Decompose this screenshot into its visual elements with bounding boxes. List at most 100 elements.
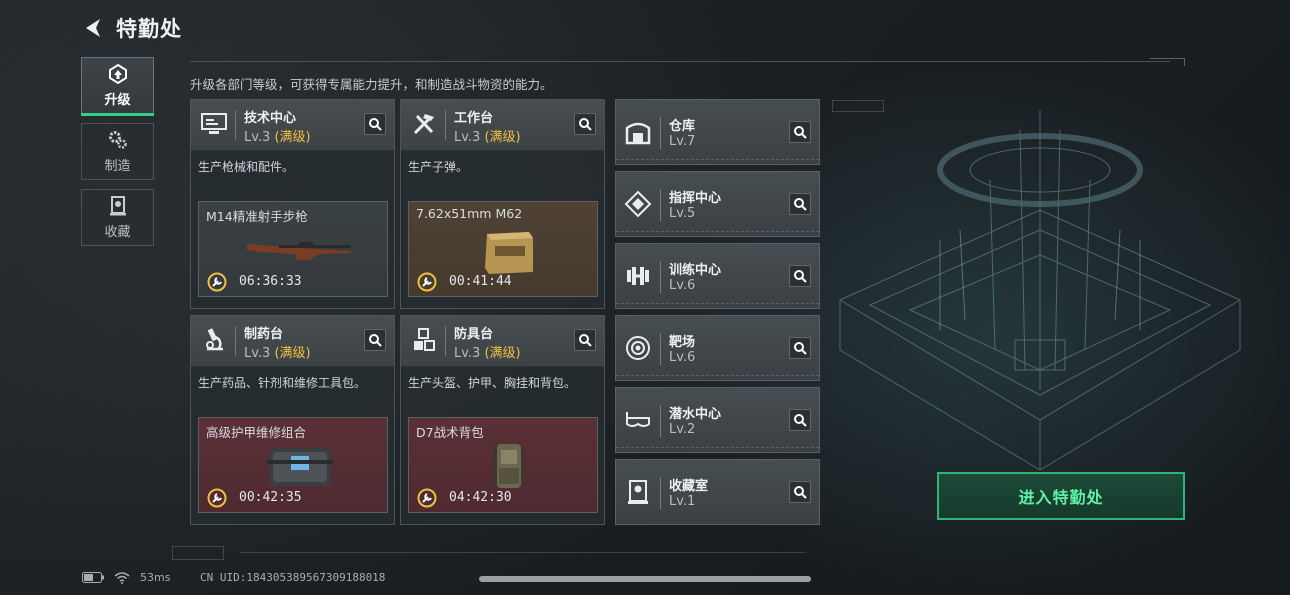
decorative-squares bbox=[172, 546, 224, 560]
facility-level: Lv.1 bbox=[669, 494, 696, 509]
base-hologram-illustration bbox=[838, 110, 1242, 470]
facility-level: Lv.7 bbox=[669, 134, 696, 149]
max-level-tag: (满级) bbox=[274, 346, 311, 361]
magnifier-search-icon[interactable] bbox=[789, 265, 811, 287]
divider bbox=[190, 61, 1170, 62]
diving-mask-icon bbox=[623, 405, 653, 435]
rifle-image bbox=[247, 242, 351, 260]
tools-icon bbox=[409, 110, 439, 138]
side-nav: 升级 制造 收藏 bbox=[81, 57, 156, 255]
separator bbox=[660, 477, 661, 509]
facility-level: Lv.6 bbox=[669, 278, 696, 293]
separator bbox=[445, 110, 446, 140]
max-level-tag: (满级) bbox=[274, 130, 311, 145]
production-slot[interactable]: 高级护甲维修组合 00:42:35 bbox=[198, 417, 388, 513]
facility-diving-center[interactable]: 潜水中心 Lv.2 bbox=[615, 387, 820, 453]
magnifier-search-icon[interactable] bbox=[574, 113, 596, 135]
decorative-frame bbox=[832, 100, 884, 112]
facility-name: 潜水中心 bbox=[669, 407, 722, 422]
facility-name: 收藏室 bbox=[669, 479, 709, 494]
back-arrow-icon[interactable] bbox=[80, 15, 106, 41]
dumbbell-icon bbox=[623, 261, 653, 291]
tab-manufacture[interactable]: 制造 bbox=[81, 123, 154, 180]
header: 特勤处 bbox=[80, 12, 182, 44]
product-name: D7战术背包 bbox=[416, 425, 484, 440]
facility-level: Lv.6 bbox=[669, 350, 696, 365]
workshop-name: 防具台 bbox=[454, 327, 494, 342]
magnifier-search-icon[interactable] bbox=[789, 481, 811, 503]
workshop-level: Lv.3 (满级) bbox=[454, 130, 521, 145]
production-slot[interactable]: M14精准射手步枪 06:36:33 bbox=[198, 201, 388, 297]
magnifier-search-icon[interactable] bbox=[789, 409, 811, 431]
vault-icon bbox=[623, 477, 653, 507]
tab-collection-label: 收藏 bbox=[104, 225, 131, 240]
workshop-level: Lv.3 (满级) bbox=[244, 346, 311, 361]
backpack-image bbox=[493, 444, 525, 488]
tab-manufacture-label: 制造 bbox=[104, 159, 131, 174]
workshop-description: 生产子弹。 bbox=[408, 160, 469, 174]
magnifier-search-icon[interactable] bbox=[364, 113, 386, 135]
command-icon bbox=[623, 189, 653, 219]
upgrade-icon bbox=[108, 63, 127, 85]
workshop-description: 生产头盔、护甲、胸挂和背包。 bbox=[408, 376, 577, 390]
magnifier-search-icon[interactable] bbox=[789, 193, 811, 215]
repair-kit-image bbox=[267, 448, 333, 486]
page-title: 特勤处 bbox=[116, 17, 182, 41]
wifi-icon bbox=[114, 571, 130, 584]
cubes-icon bbox=[409, 326, 439, 354]
magnifier-search-icon[interactable] bbox=[789, 121, 811, 143]
facility-warehouse[interactable]: 仓库 Lv.7 bbox=[615, 99, 820, 165]
separator bbox=[660, 189, 661, 221]
tab-upgrade[interactable]: 升级 bbox=[81, 57, 154, 116]
facility-level: Lv.5 bbox=[669, 206, 696, 221]
card-header: 制药台 Lv.3 (满级) bbox=[191, 316, 394, 367]
card-footer-line bbox=[616, 159, 819, 164]
production-slot[interactable]: 7.62x51mm M62 00:41:44 bbox=[408, 201, 598, 297]
workshop-card-armor-bench[interactable]: 防具台 Lv.3 (满级) 生产头盔、护甲、胸挂和背包。 D7战术背包 04:4… bbox=[400, 315, 605, 525]
gears-icon bbox=[108, 131, 127, 149]
card-header: 技术中心 Lv.3 (满级) bbox=[191, 100, 394, 151]
battery-icon bbox=[82, 572, 104, 583]
status-bar: 53ms bbox=[82, 571, 170, 584]
enter-special-ops-button[interactable]: 进入特勤处 bbox=[937, 472, 1185, 520]
decorative-line bbox=[240, 552, 805, 553]
production-timer: 00:41:44 bbox=[449, 274, 512, 289]
production-slot[interactable]: D7战术背包 04:42:30 bbox=[408, 417, 598, 513]
facility-name: 训练中心 bbox=[669, 263, 722, 278]
workshop-card-pharmacy[interactable]: 制药台 Lv.3 (满级) 生产药品、针剂和维修工具包。 高级护甲维修组合 00… bbox=[190, 315, 395, 525]
workshop-card-workbench[interactable]: 工作台 Lv.3 (满级) 生产子弹。 7.62x51mm M62 00:41:… bbox=[400, 99, 605, 309]
ping-readout: 53ms bbox=[140, 571, 171, 584]
card-footer-line bbox=[616, 231, 819, 236]
facility-command-center[interactable]: 指挥中心 Lv.5 bbox=[615, 171, 820, 237]
separator bbox=[660, 333, 661, 365]
separator bbox=[660, 405, 661, 437]
wrench-timer-icon bbox=[207, 488, 227, 508]
product-name: M14精准射手步枪 bbox=[206, 209, 308, 224]
computer-icon bbox=[199, 110, 229, 138]
card-footer-line bbox=[616, 375, 819, 380]
card-footer-line bbox=[616, 303, 819, 308]
max-level-tag: (满级) bbox=[484, 346, 521, 361]
home-indicator[interactable] bbox=[479, 576, 811, 582]
magnifier-search-icon[interactable] bbox=[574, 329, 596, 351]
tab-upgrade-label: 升级 bbox=[104, 93, 131, 108]
workshop-name: 技术中心 bbox=[244, 111, 297, 126]
facility-collection-room[interactable]: 收藏室 Lv.1 bbox=[615, 459, 820, 525]
production-timer: 06:36:33 bbox=[239, 274, 302, 289]
warehouse-icon bbox=[623, 117, 653, 147]
separator bbox=[660, 117, 661, 149]
facility-training-center[interactable]: 训练中心 Lv.6 bbox=[615, 243, 820, 309]
page-description: 升级各部门等级，可获得专属能力提升，和制造战斗物资的能力。 bbox=[190, 77, 553, 92]
workshop-card-tech-center[interactable]: 技术中心 Lv.3 (满级) 生产枪械和配件。 M14精准射手步枪 06:36:… bbox=[190, 99, 395, 309]
max-level-tag: (满级) bbox=[484, 130, 521, 145]
divider-corner bbox=[1150, 58, 1185, 66]
magnifier-search-icon[interactable] bbox=[789, 337, 811, 359]
magnifier-search-icon[interactable] bbox=[364, 329, 386, 351]
product-name: 高级护甲维修组合 bbox=[206, 425, 307, 440]
facility-shooting-range[interactable]: 靶场 Lv.6 bbox=[615, 315, 820, 381]
wrench-timer-icon bbox=[417, 488, 437, 508]
user-uid: CN UID:1843053895673091880​18 bbox=[200, 571, 386, 584]
tab-collection[interactable]: 收藏 bbox=[81, 189, 154, 246]
card-footer-line bbox=[616, 447, 819, 452]
target-icon bbox=[623, 333, 653, 363]
